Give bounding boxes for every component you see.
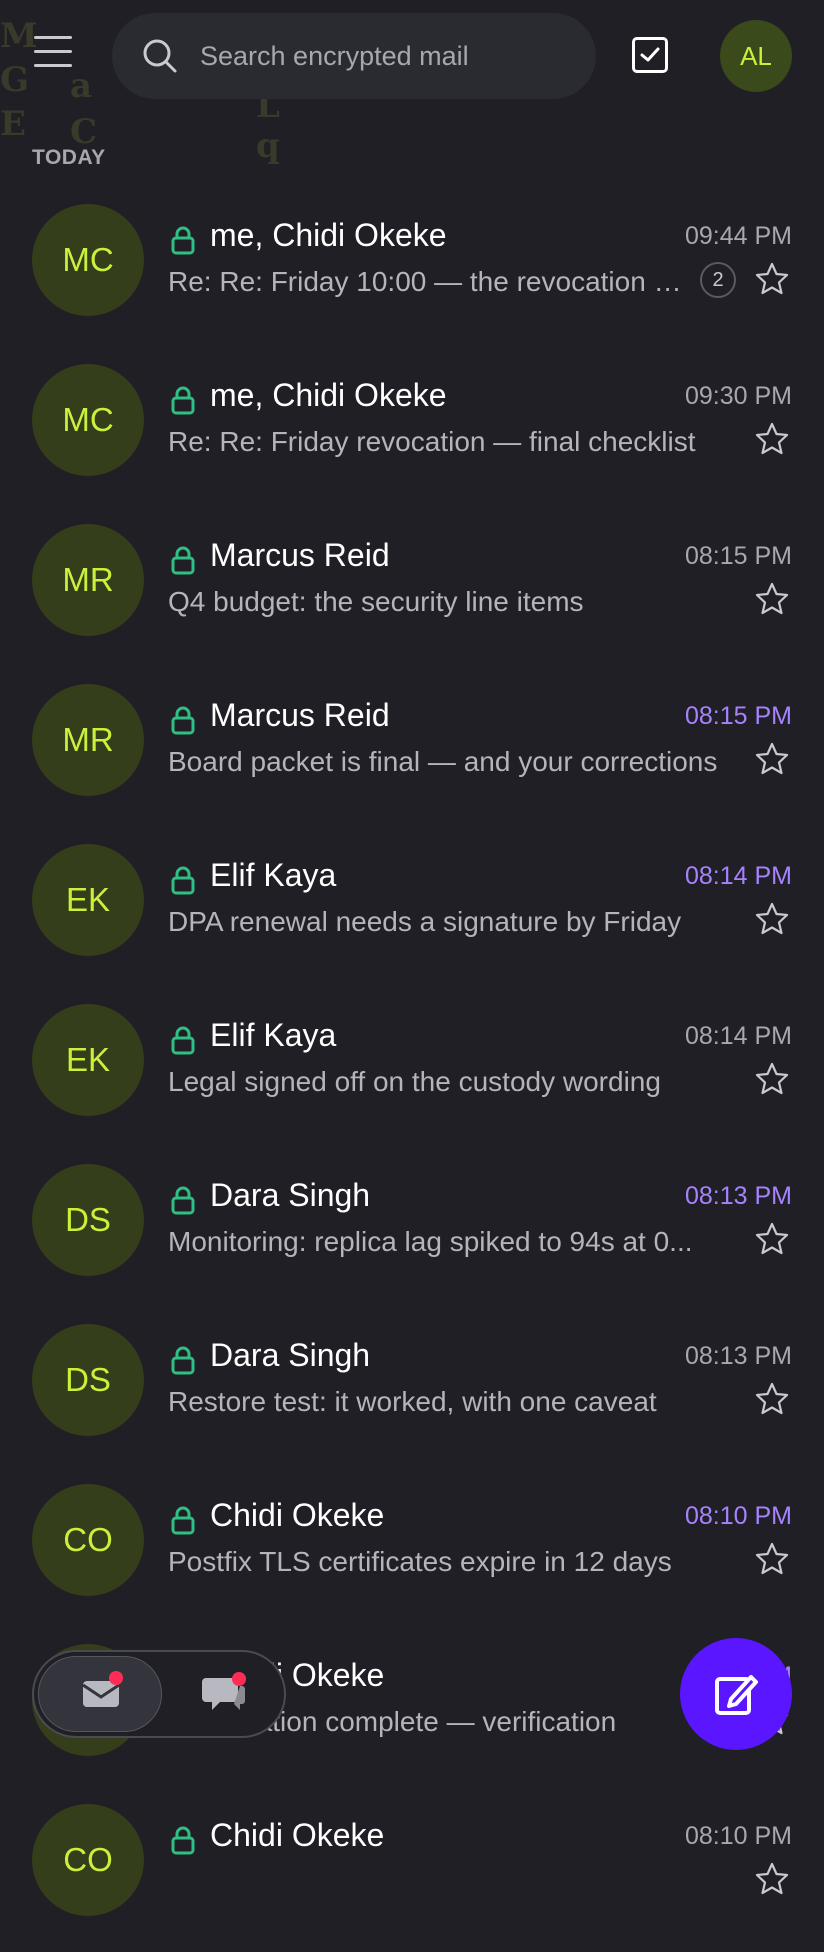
message-row[interactable]: DS Dara Singh 08:13 PM Restore test: it … xyxy=(0,1312,824,1472)
lock-icon xyxy=(171,1026,195,1055)
message-subject: Postfix TLS certificates expire in 12 da… xyxy=(168,1546,672,1577)
sender-name: Chidi Okeke xyxy=(210,1817,385,1853)
star-icon[interactable] xyxy=(755,1222,789,1256)
sender-name: Elif Kaya xyxy=(210,1017,337,1053)
message-subject: Monitoring: replica lag spiked to 94s at… xyxy=(168,1226,693,1257)
thread-count-badge: 2 xyxy=(700,262,736,298)
search-icon xyxy=(143,39,177,73)
sender-avatar: MR xyxy=(32,524,144,636)
lock-icon xyxy=(171,1506,195,1535)
select-mode-button[interactable] xyxy=(632,37,668,73)
star-icon[interactable] xyxy=(755,1862,789,1896)
lock-icon xyxy=(171,1346,195,1375)
star-icon[interactable] xyxy=(755,1062,789,1096)
sender-avatar: MC xyxy=(32,364,144,476)
message-row[interactable]: CO Chidi Okeke 08:10 PM Postfix TLS cert… xyxy=(0,1472,824,1632)
message-time: 08:14 PM xyxy=(684,862,792,890)
sender-name: Marcus Reid xyxy=(210,537,390,573)
compose-button[interactable] xyxy=(680,1638,792,1750)
sender-name: Dara Singh xyxy=(210,1337,371,1373)
message-subject: Board packet is final — and your correct… xyxy=(168,746,718,777)
sender-avatar: EK xyxy=(32,1004,144,1116)
star-icon[interactable] xyxy=(755,902,789,936)
sender-avatar: DS xyxy=(32,1324,144,1436)
message-row[interactable]: MR Marcus Reid 08:15 PM Q4 budget: the s… xyxy=(0,512,824,672)
message-row[interactable]: MC me, Chidi Okeke 09:30 PM Re: Re: Frid… xyxy=(0,352,824,512)
message-subject: Legal signed off on the custody wording xyxy=(168,1066,661,1097)
message-time: 09:44 PM xyxy=(684,222,792,250)
star-icon[interactable] xyxy=(755,1382,789,1416)
star-icon[interactable] xyxy=(755,582,789,616)
sender-avatar: DS xyxy=(32,1164,144,1276)
sender-name: Marcus Reid xyxy=(210,697,390,733)
section-header-today: TODAY xyxy=(32,146,106,169)
search-placeholder: Search encrypted mail xyxy=(200,41,469,71)
message-time: 08:10 PM xyxy=(684,1822,792,1850)
lock-icon xyxy=(171,546,195,575)
message-time: 09:30 PM xyxy=(684,382,792,410)
top-bar: MGE aC Lq Search encrypted mail AL xyxy=(0,0,824,166)
sender-name: me, Chidi Okeke xyxy=(210,217,447,253)
lock-icon xyxy=(171,1186,195,1215)
hamburger-icon xyxy=(34,36,72,39)
sender-name: me, Chidi Okeke xyxy=(210,377,447,413)
mail-notification-dot xyxy=(109,1671,123,1685)
lock-icon xyxy=(171,386,195,415)
message-row[interactable]: CO Chidi Okeke 08:10 PM xyxy=(0,1792,824,1952)
message-time: 08:13 PM xyxy=(684,1342,792,1370)
menu-button[interactable] xyxy=(34,36,74,76)
sender-avatar: MR xyxy=(32,684,144,796)
message-row[interactable]: DS Dara Singh 08:13 PM Monitoring: repli… xyxy=(0,1152,824,1312)
star-icon[interactable] xyxy=(755,742,789,776)
message-time: 08:15 PM xyxy=(684,702,792,730)
nav-chat-button[interactable] xyxy=(202,1672,246,1714)
message-row[interactable]: EK Elif Kaya 08:14 PM Legal signed off o… xyxy=(0,992,824,1152)
nav-mail-button[interactable] xyxy=(38,1656,162,1732)
message-subject: Restore test: it worked, with one caveat xyxy=(168,1386,657,1417)
checkbox-icon xyxy=(640,47,660,62)
message-row[interactable]: MR Marcus Reid 08:15 PM Board packet is … xyxy=(0,672,824,832)
message-time: 08:10 PM xyxy=(684,1502,792,1530)
lock-icon xyxy=(171,706,195,735)
chat-notification-dot xyxy=(232,1672,246,1686)
sender-name: Elif Kaya xyxy=(210,857,337,893)
sender-avatar: CO xyxy=(32,1484,144,1596)
sender-avatar: CO xyxy=(32,1804,144,1916)
sender-avatar: MC xyxy=(32,204,144,316)
message-subject: Q4 budget: the security line items xyxy=(168,586,584,617)
message-subject: Re: Re: Friday 10:00 — the revocation wi… xyxy=(168,266,688,297)
message-subject: DPA renewal needs a signature by Friday xyxy=(168,906,682,937)
sender-name: Chidi Okeke xyxy=(210,1497,385,1533)
star-icon[interactable] xyxy=(755,1542,789,1576)
message-row[interactable]: EK Elif Kaya 08:14 PM DPA renewal needs … xyxy=(0,832,824,992)
message-row[interactable]: MC me, Chidi Okeke 09:44 PM Re: Re: Frid… xyxy=(0,192,824,352)
star-icon[interactable] xyxy=(755,262,789,296)
message-time: 08:14 PM xyxy=(684,1022,792,1050)
message-subject: Re: Re: Friday revocation — final checkl… xyxy=(168,426,696,457)
account-avatar[interactable]: AL xyxy=(720,20,792,92)
message-time: 08:15 PM xyxy=(684,542,792,570)
search-bar[interactable]: Search encrypted mail xyxy=(112,13,596,99)
lock-icon xyxy=(171,866,195,895)
bottom-navigation xyxy=(32,1650,286,1738)
star-icon[interactable] xyxy=(755,422,789,456)
message-time: 08:13 PM xyxy=(684,1182,792,1210)
sender-avatar: EK xyxy=(32,844,144,956)
pencil-icon xyxy=(715,1675,758,1715)
lock-icon xyxy=(171,226,195,255)
sender-name: Dara Singh xyxy=(210,1177,371,1213)
